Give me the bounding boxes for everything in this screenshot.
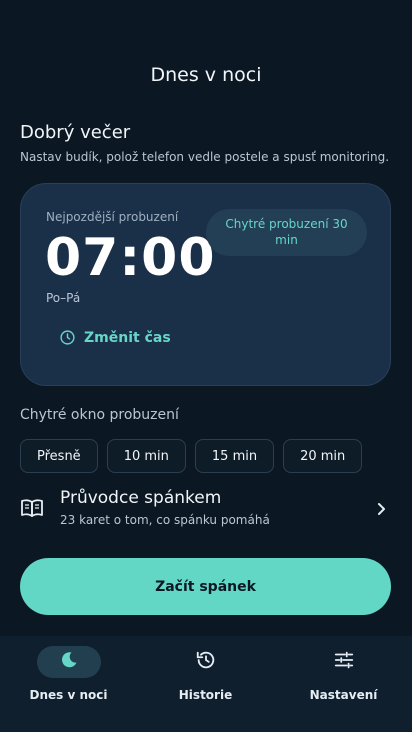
nav-item-history[interactable]: Historie (137, 646, 274, 716)
change-time-label: Změnit čas (84, 329, 171, 346)
window-option-10[interactable]: 10 min (106, 439, 186, 473)
page-title: Dnes v noci (150, 64, 262, 86)
nav-icon-container (312, 646, 376, 678)
window-option-20[interactable]: 20 min (283, 439, 363, 473)
alarm-time[interactable]: 07:00 (45, 228, 216, 288)
window-option-15[interactable]: 15 min (194, 439, 275, 473)
sleep-guide-row[interactable]: Průvodce spánkem 23 karet o tom, co spán… (20, 486, 392, 532)
guide-subtitle: 23 karet o tom, co spánku pomáhá (60, 513, 270, 527)
moon-icon (59, 650, 79, 674)
nav-item-tonight[interactable]: Dnes v noci (0, 646, 137, 716)
chevron-right-icon (376, 501, 386, 520)
nav-label: Nastavení (309, 688, 378, 702)
sliders-icon (333, 649, 355, 675)
smart-wake-chip[interactable]: Chytré probuzení 30 min (206, 209, 367, 256)
history-icon (195, 649, 217, 675)
alarm-days: Po–Pá (46, 291, 81, 305)
smart-window-label: Chytré okno probuzení (20, 407, 179, 423)
change-time-button[interactable]: Změnit čas (59, 329, 171, 346)
greeting-title: Dobrý večer (20, 122, 131, 143)
clock-icon (59, 329, 76, 346)
nav-icon-container (36, 646, 101, 678)
bottom-navigation: Dnes v noci Historie Nastavení (0, 636, 412, 732)
smart-window-options: Přesně 10 min 15 min 20 min (20, 439, 363, 473)
nav-item-settings[interactable]: Nastavení (275, 646, 412, 716)
alarm-card: Nejpozdější probuzení 07:00 Po–Pá Chytré… (20, 183, 391, 386)
nav-label: Dnes v noci (29, 688, 108, 702)
book-icon (20, 498, 44, 522)
nav-label: Historie (178, 688, 233, 702)
greeting-subtitle: Nastav budík, polož telefon vedle postel… (20, 150, 390, 164)
alarm-label: Nejpozdější probuzení (46, 210, 179, 224)
start-sleep-button[interactable]: Začít spánek (20, 558, 391, 615)
guide-title: Průvodce spánkem (60, 488, 222, 508)
window-option-exact[interactable]: Přesně (20, 439, 98, 473)
nav-icon-container (174, 646, 238, 678)
